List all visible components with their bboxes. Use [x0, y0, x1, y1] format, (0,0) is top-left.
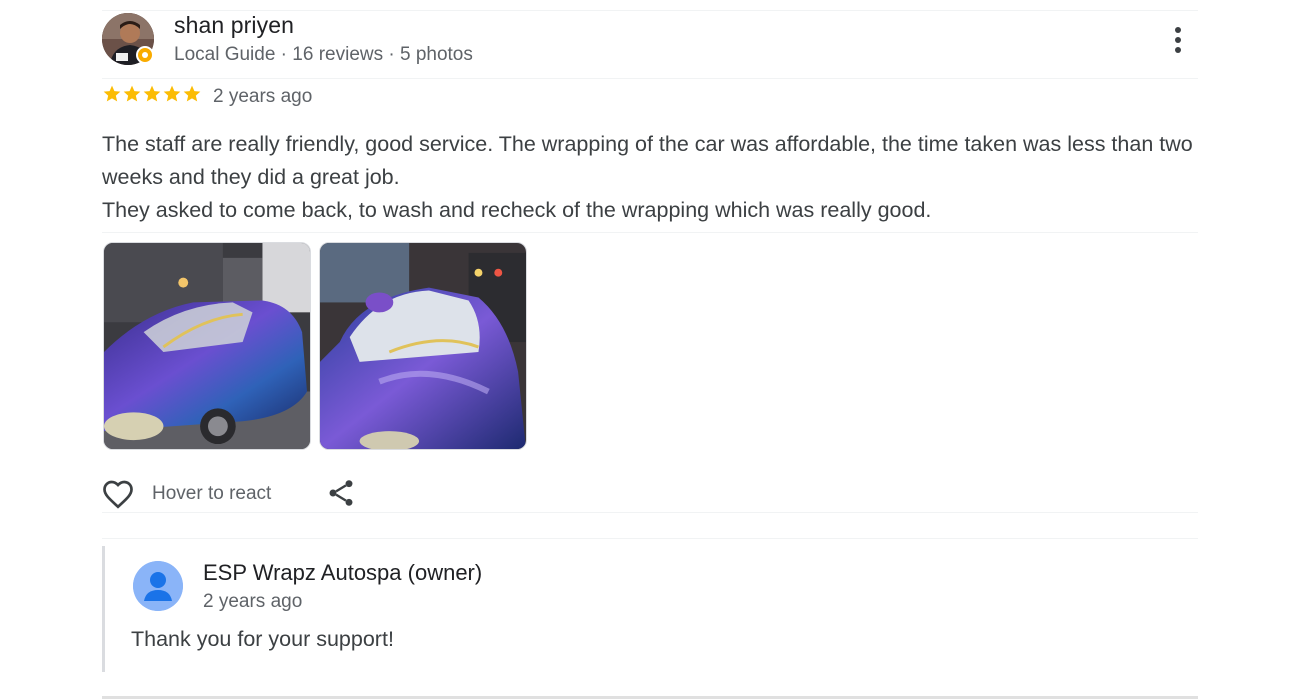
- owner-reply-text: Thank you for your support!: [131, 627, 394, 651]
- more-vert-icon: [1175, 47, 1181, 53]
- divider: [102, 696, 1198, 699]
- default-person-avatar-icon: [133, 561, 183, 611]
- reviewer-name[interactable]: shan priyen: [174, 12, 294, 39]
- star-icon: [103, 85, 121, 102]
- star-icon: [163, 85, 181, 102]
- review-photo[interactable]: [103, 242, 311, 450]
- car-wrap-photo: [104, 243, 310, 449]
- review-card: shan priyen Local Guide · 16 reviews · 5…: [0, 0, 1300, 700]
- star-rating: [102, 84, 202, 108]
- review-paragraph: They asked to come back, to wash and rec…: [102, 198, 932, 222]
- share-icon: [329, 480, 353, 506]
- star-icon: [183, 85, 201, 102]
- more-vert-icon: [1175, 27, 1181, 33]
- review-text: The staff are really friendly, good serv…: [102, 128, 1202, 227]
- reviewer-meta: Local Guide · 16 reviews · 5 photos: [174, 44, 473, 65]
- heart-outline-icon: [103, 480, 133, 509]
- star-icon: [143, 85, 161, 102]
- owner-name: ESP Wrapz Autospa (owner): [203, 560, 483, 585]
- star-icon: [123, 85, 141, 102]
- review-time: 2 years ago: [213, 86, 313, 107]
- share-button[interactable]: [325, 477, 357, 509]
- react-label: Hover to react: [152, 483, 272, 504]
- local-guide-badge-icon: [136, 46, 154, 64]
- more-options-button[interactable]: [1164, 22, 1192, 58]
- divider: [102, 78, 1198, 79]
- react-button[interactable]: Hover to react: [100, 476, 271, 512]
- owner-reply-time: 2 years ago: [203, 591, 303, 612]
- divider: [102, 232, 1198, 233]
- review-paragraph: The staff are really friendly, good serv…: [102, 132, 1193, 189]
- divider: [102, 512, 1198, 513]
- more-vert-icon: [1175, 37, 1181, 43]
- review-photo[interactable]: [319, 242, 527, 450]
- divider: [102, 538, 1198, 539]
- car-wrap-photo: [320, 243, 526, 449]
- divider: [102, 10, 1198, 11]
